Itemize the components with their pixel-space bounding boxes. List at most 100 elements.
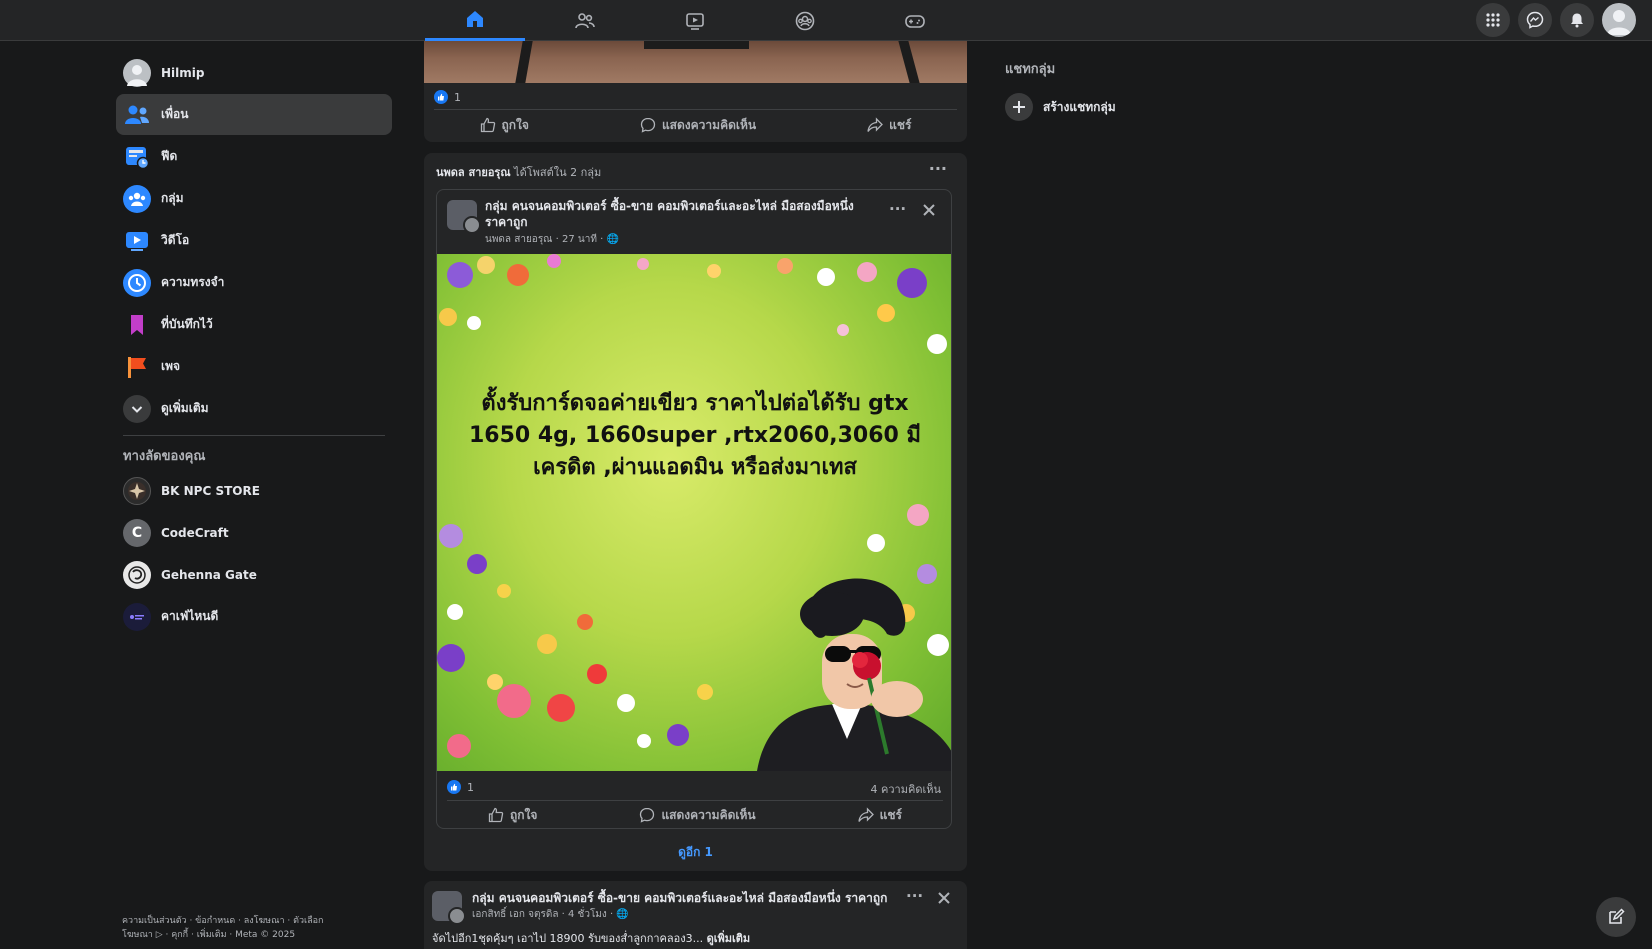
sidebar-item-label: กลุ่ม	[161, 191, 184, 205]
shortcut-item[interactable]: BK NPC STORE	[116, 470, 392, 511]
comment-button[interactable]: แสดงความคิดเห็น	[640, 116, 756, 135]
tab-groups[interactable]	[755, 0, 855, 41]
group-avatar[interactable]	[432, 891, 466, 925]
notifications-button[interactable]	[1560, 3, 1594, 37]
menu-grid-icon	[1486, 13, 1500, 27]
friends-icon	[575, 12, 595, 28]
like-reaction-icon	[434, 90, 448, 104]
post-context: ได้โพสต์ใน 2 กลุ่ม	[514, 166, 602, 179]
sidebar-item-feed[interactable]: ฟีด	[116, 136, 392, 177]
create-group-chat-label: สร้างแชทกลุ่ม	[1043, 99, 1116, 114]
home-icon	[467, 11, 483, 27]
new-message-button[interactable]	[1596, 897, 1636, 937]
sidebar-item-label: เพจ	[161, 359, 181, 373]
top-right-controls	[1476, 3, 1636, 37]
tab-home[interactable]	[425, 0, 525, 41]
post-meta: นพดล สายอรุณ · 27 นาที · 🌐	[485, 234, 619, 245]
sidebar-item-saved[interactable]: ที่บันทึกไว้	[116, 304, 392, 345]
group-header: กลุ่ม คนจนคอมพิวเตอร์ ซื้อ-ขาย คอมพิวเตอ…	[437, 190, 951, 254]
friends-icon	[123, 101, 151, 129]
video-icon	[123, 227, 151, 255]
like-button[interactable]: ถูกใจ	[488, 806, 537, 825]
author-avatar[interactable]	[448, 907, 466, 925]
sidebar-item-video[interactable]: วิดีโอ	[116, 220, 392, 261]
shortcuts-heading: ทางลัดของคุณ	[123, 449, 206, 464]
like-button[interactable]: ถูกใจ	[480, 116, 529, 135]
shortcut-item[interactable]: Gehenna Gate	[116, 554, 392, 595]
sidebar-item-friends[interactable]: เพื่อน	[116, 94, 392, 135]
create-group-chat-button[interactable]: สร้างแชทกลุ่ม	[1005, 93, 1116, 121]
sidebar-item-see-more[interactable]: ดูเพิ่มเติม	[116, 388, 392, 429]
reaction-summary[interactable]: 1	[447, 780, 474, 794]
more-options-icon[interactable]: ···	[889, 200, 906, 218]
video-icon	[686, 12, 704, 30]
close-icon[interactable]	[921, 202, 937, 222]
sidebar-footer: ความเป็นส่วนตัว · ข้อกำหนด · ลงโฆษณา · ต…	[122, 914, 372, 942]
sidebar-item-pages[interactable]: เพจ	[116, 346, 392, 387]
plus-icon	[1005, 93, 1033, 121]
sidebar-item-memories[interactable]: ความทรงจำ	[116, 262, 392, 303]
bell-icon	[1571, 13, 1583, 28]
bk-npc-store-logo-icon	[123, 476, 151, 505]
tab-friends[interactable]	[535, 0, 635, 41]
post-author[interactable]: นพดล สายอรุณ	[436, 166, 511, 179]
more-options-icon[interactable]: ···	[929, 159, 947, 178]
right-panel: แชทกลุ่ม สร้างแชทกลุ่ม	[1005, 58, 1116, 121]
shortcut-label: BK NPC STORE	[161, 483, 260, 498]
group-avatar[interactable]	[447, 200, 481, 234]
sidebar-item-label: ที่บันทึกไว้	[161, 317, 213, 331]
thumbs-up-icon	[488, 807, 504, 823]
comment-button[interactable]: แสดงความคิดเห็น	[639, 806, 756, 825]
chevron-down-icon	[123, 394, 151, 423]
sidebar-item-groups[interactable]: กลุ่ม	[116, 178, 392, 219]
post-image[interactable]: ตั้งรับการ์ดจอค่ายเขียว ราคาไปต่อได้รับ …	[437, 254, 951, 771]
profile-avatar[interactable]	[1602, 3, 1636, 37]
messenger-button[interactable]	[1518, 3, 1552, 37]
top-navigation-bar	[0, 0, 1652, 41]
more-options-icon[interactable]: ···	[906, 887, 923, 905]
group-name[interactable]: กลุ่ม คนจนคอมพิวเตอร์ ซื้อ-ขาย คอมพิวเตอ…	[485, 198, 865, 230]
share-button[interactable]: แชร์	[857, 806, 902, 825]
tab-video[interactable]	[645, 0, 745, 41]
post-actions: ถูกใจ แสดงความคิดเห็น แชร์	[437, 802, 951, 828]
sidebar-item-label: ดูเพิ่มเติม	[161, 401, 209, 415]
comment-count[interactable]: 4 ความคิดเห็น	[871, 780, 942, 798]
groups-icon	[795, 11, 815, 30]
menu-button[interactable]	[1476, 3, 1510, 37]
author-avatar[interactable]	[463, 216, 481, 234]
reaction-summary[interactable]: 1	[434, 90, 461, 104]
image-caption-text: ตั้งรับการ์ดจอค่ายเขียว ราคาไปต่อได้รับ …	[468, 391, 922, 480]
footer-links-line2[interactable]: โฆษณา ▷ · คุกกี้ · เพิ่มเติม · Meta © 20…	[122, 928, 372, 942]
post-actions: ถูกใจ แสดงความคิดเห็น แชร์	[424, 111, 967, 139]
footer-links-line1[interactable]: ความเป็นส่วนตัว · ข้อกำหนด · ลงโฆษณา · ต…	[122, 914, 372, 928]
like-reaction-icon	[447, 780, 461, 794]
profile-avatar	[123, 58, 151, 87]
tab-gaming[interactable]	[865, 0, 965, 41]
see-more-link[interactable]: ดูเพิ่มเติม	[707, 932, 751, 945]
post-image	[424, 41, 967, 83]
memories-icon	[123, 268, 151, 297]
feed-icon	[123, 143, 151, 171]
sidebar-item-label: ฟีด	[161, 149, 178, 163]
post-meta: เอกสิทธิ์ เอก จตุรดิล · 4 ชั่วโมง · 🌐	[472, 909, 629, 920]
shortcut-item[interactable]: คาเฟ่ไหนดี	[116, 596, 392, 637]
sidebar-item-label: Hilmip	[161, 65, 205, 80]
cartoon-man-illustration	[757, 578, 951, 771]
shortcut-item[interactable]: C CodeCraft	[116, 512, 392, 553]
gaming-icon	[905, 14, 925, 28]
see-more-shares-link[interactable]: ดูอีก 1	[424, 843, 967, 862]
post-card: นพดล สายอรุณ ได้โพสต์ใน 2 กลุ่ม ··· กลุ่…	[424, 153, 967, 871]
share-icon	[857, 807, 874, 822]
share-button[interactable]: แชร์	[867, 116, 911, 135]
sidebar-item-profile[interactable]: Hilmip	[116, 52, 392, 93]
comment-icon	[640, 807, 655, 823]
group-chats-heading: แชทกลุ่ม	[1005, 62, 1056, 77]
thumbs-up-icon	[480, 117, 495, 133]
shortcut-label: คาเฟ่ไหนดี	[161, 609, 219, 623]
cafe-logo-icon	[123, 602, 151, 631]
group-name[interactable]: กลุ่ม คนจนคอมพิวเตอร์ ซื้อ-ขาย คอมพิวเตอ…	[472, 889, 892, 908]
close-icon[interactable]	[936, 890, 952, 910]
left-sidebar: Hilmip เพื่อน ฟีด กลุ่ม วิดีโอ ความทรงจำ	[116, 52, 392, 638]
post-text: จัดไปอีก1ชุดคุ้มๆ เอาไป 18900 รับของส่ำล…	[432, 932, 751, 945]
like-count: 1	[467, 780, 474, 794]
